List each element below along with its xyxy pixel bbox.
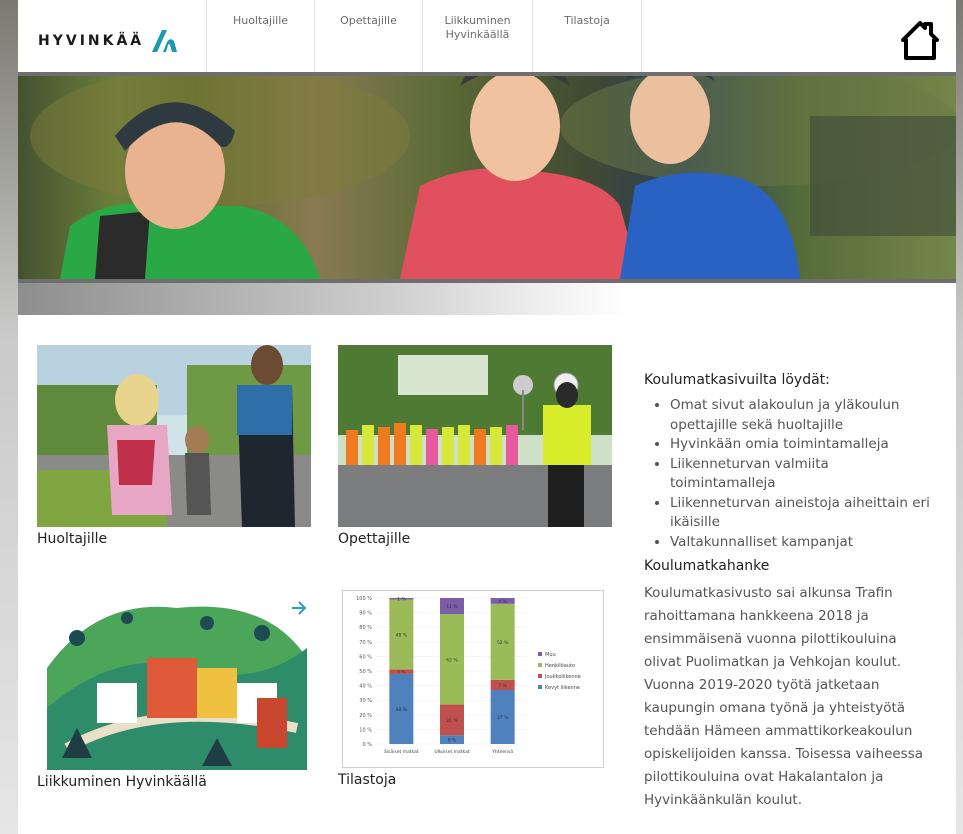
tile-caption: Huoltajille [37, 531, 108, 547]
logo-mark-icon [152, 30, 178, 52]
y-tick-label: 70 % [359, 640, 372, 646]
opettajille-photo [338, 345, 612, 527]
nav-item-tilastoja[interactable]: Tilastoja [532, 0, 642, 72]
legend-label: Joukkoliikenne [544, 674, 581, 680]
legend-swatch [538, 652, 542, 656]
tile-opettajille[interactable]: Opettajille [338, 345, 612, 547]
nav-item-liikkuminen-hyvinkaalla[interactable]: Liikkuminen Hyvinkäällä [422, 0, 532, 72]
tile-caption: Opettajille [338, 531, 411, 547]
tile-tilastoja[interactable]: 100 % 90 % 80 % 70 % 60 % 50 % 40 % 30 % 20 % 10 … [338, 588, 612, 788]
y-tick-label: 40 % [359, 684, 372, 690]
y-tick-label: 80 % [359, 625, 372, 631]
x-tick-label: Ulkoiset matkat [434, 749, 469, 755]
tile-caption: Liikkuminen Hyvinkäällä [37, 774, 207, 790]
tile-caption: Tilastoja [338, 772, 397, 788]
legend-label: Kevyt liikenne [545, 685, 580, 691]
data-label: 7 % [498, 683, 507, 689]
nav-label: Tilastoja [564, 14, 610, 27]
data-label: 48 % [396, 707, 408, 713]
info-paragraph: Koulumatkasivusto sai alkunsa Trafin rah… [644, 585, 924, 808]
data-label: 37 % [497, 715, 509, 721]
x-tick-label: Yhteensä [491, 749, 513, 755]
tilastoja-chart-thumbnail: 100 % 90 % 80 % 70 % 60 % 50 % 40 % 30 % 20 % 10 … [338, 588, 612, 768]
x-tick-label: Sisäiset matkat [384, 749, 419, 755]
tile-liikkuminen-hyvinkaalla[interactable]: Liikkuminen Hyvinkäällä [37, 588, 311, 790]
y-tick-label: 100 % [356, 596, 372, 602]
info-column: Koulumatkasivuilta löydät: Omat sivut al… [644, 372, 936, 812]
nav-label-line-2: Hyvinkäällä [445, 28, 510, 41]
info-list: Omat sivut alakoulun ja yläkoulun opetta… [644, 396, 936, 552]
info-list-item: Omat sivut alakoulun ja yläkoulun opetta… [670, 396, 936, 435]
data-label: 21 % [446, 718, 458, 724]
nav-label: Huoltajille [232, 14, 289, 27]
info-list-item: Liikenneturvan aineistoja aiheittain eri… [670, 494, 936, 533]
page-container: HYVINKÄÄ Huoltajille Opettajille Liikkum… [18, 0, 956, 834]
hero-divider-strip [18, 279, 956, 315]
info-heading: Koulumatkasivuilta löydät: [644, 372, 830, 388]
home-icon[interactable] [898, 18, 942, 62]
info-list-item: Hyvinkään omia toimintamalleja [670, 435, 936, 455]
legend-swatch [538, 663, 542, 667]
tile-huoltajille[interactable]: Huoltajille [37, 345, 311, 547]
data-label: 62 % [446, 657, 458, 663]
site-header: HYVINKÄÄ Huoltajille Opettajille Liikkum… [18, 0, 956, 76]
data-label: 6 % [448, 738, 457, 744]
info-list-item: Valtakunnalliset kampanjat [670, 533, 936, 553]
logo-text: HYVINKÄÄ [38, 33, 145, 49]
y-tick-label: 20 % [359, 713, 372, 719]
data-label: 48 % [396, 633, 408, 639]
data-label: 52 % [497, 640, 509, 646]
stacked-bar-chart: 100 % 90 % 80 % 70 % 60 % 50 % 40 % 30 % 20 % 10 … [342, 590, 604, 768]
nav-label-line-1: Liikkuminen [444, 14, 511, 27]
data-label: 3 % [397, 670, 406, 676]
data-label: 4 % [498, 599, 507, 605]
y-tick-label: 30 % [359, 698, 372, 704]
y-tick-label: 90 % [359, 611, 372, 617]
liikkuminen-illustration [37, 588, 311, 770]
nav-label: Opettajille [340, 14, 397, 27]
page-background-left [0, 0, 20, 834]
y-tick-label: 10 % [359, 727, 372, 733]
data-label: 11 % [446, 604, 458, 610]
hero-banner-image [18, 76, 956, 279]
nav-item-opettajille[interactable]: Opettajille [314, 0, 422, 72]
legend-label: Muu [545, 652, 556, 658]
info-list-item: Liikenneturvan valmiita toimintamalleja [670, 455, 936, 494]
hyvinkaa-logo[interactable]: HYVINKÄÄ [38, 26, 178, 56]
huoltajille-photo [37, 345, 311, 527]
legend-label: Henkilöauto [545, 663, 575, 669]
data-label: 1 % [397, 597, 406, 603]
y-tick-label: 50 % [359, 669, 372, 675]
y-tick-label: 60 % [359, 654, 372, 660]
nav-item-huoltajille[interactable]: Huoltajille [206, 0, 314, 72]
legend-swatch [538, 685, 542, 689]
info-subheading: Koulumatkahanke [644, 558, 770, 574]
y-tick-label: 0 % [362, 742, 372, 748]
legend-swatch [538, 674, 542, 678]
